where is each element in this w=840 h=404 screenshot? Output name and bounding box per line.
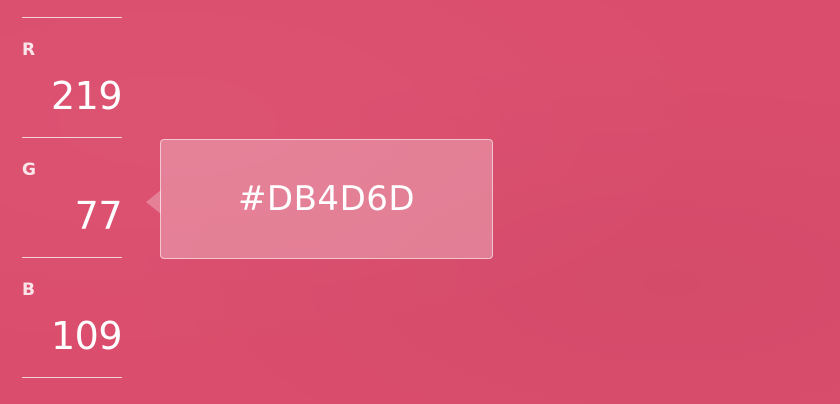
hex-code-text: #DB4D6D (237, 179, 416, 219)
divider-bottom (22, 377, 122, 378)
channel-label-g: G (22, 160, 36, 180)
divider-g-b (22, 257, 122, 258)
divider-r-g (22, 137, 122, 138)
channel-label-b: B (22, 280, 35, 300)
tooltip-arrow (146, 190, 161, 214)
channel-value-g: 77 (74, 194, 123, 238)
hex-code-tooltip[interactable]: #DB4D6D (146, 139, 493, 259)
rgb-channel-panel: R 219 G 77 B 109 (22, 0, 123, 404)
divider-top (22, 17, 122, 18)
channel-label-r: R (22, 40, 36, 60)
channel-value-b: 109 (50, 314, 123, 358)
channel-value-r: 219 (50, 74, 123, 118)
